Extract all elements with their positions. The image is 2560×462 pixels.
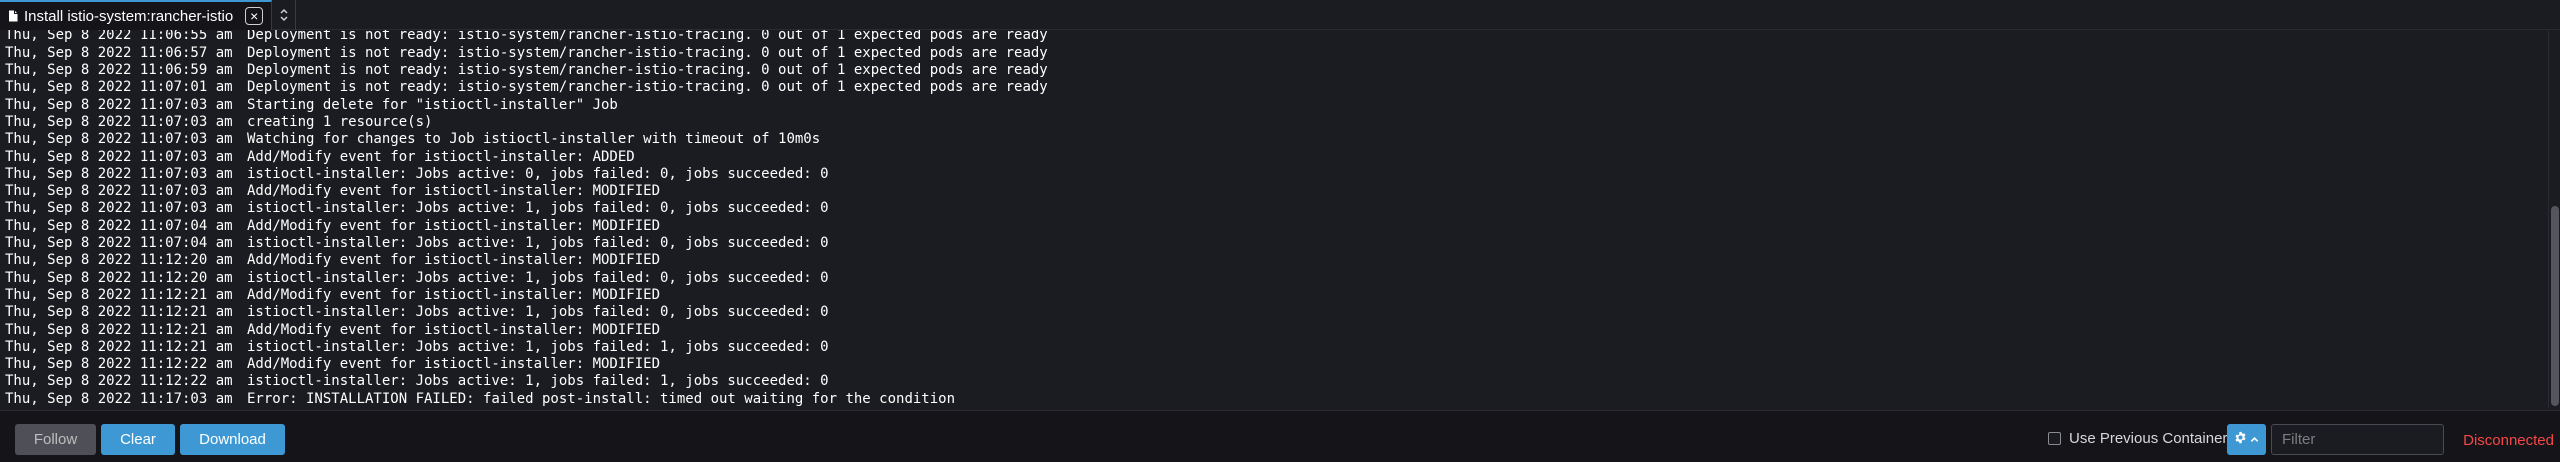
log-timestamp: Thu, Sep 8 2022 11:07:03 am [5,96,233,113]
log-timestamp: Thu, Sep 8 2022 11:12:22 am [5,356,233,373]
log-line: Thu, Sep 8 2022 11:07:03 am istioctl-inst… [5,200,2544,217]
log-line: Thu, Sep 8 2022 11:07:03 am creating 1 re… [5,114,2544,131]
log-timestamp: Thu, Sep 8 2022 11:12:21 am [5,338,233,355]
log-message: istioctl-installer: Jobs active: 1, jobs… [247,373,829,390]
follow-button[interactable]: Follow [15,424,96,455]
log-message: Error: INSTALLATION FAILED: failed post-… [247,390,956,407]
log-message: istioctl-installer: Jobs active: 1, jobs… [247,269,829,286]
use-previous-container-label: Use Previous Container [2069,430,2228,447]
tab-bar: Install istio-system:rancher-istio × [0,0,2560,30]
log-timestamp: Thu, Sep 8 2022 11:06:57 am [5,44,233,61]
log-line: Thu, Sep 8 2022 11:06:55 am Deployment is… [5,30,2544,45]
log-line: Thu, Sep 8 2022 11:12:20 am istioctl-inst… [5,270,2544,287]
log-line: Thu, Sep 8 2022 11:07:03 am Add/Modify ev… [5,149,2544,166]
log-line: Thu, Sep 8 2022 11:12:22 am Add/Modify ev… [5,356,2544,373]
tab-title: Install istio-system:rancher-istio [24,7,234,25]
log-line: Thu, Sep 8 2022 11:12:21 am Add/Modify ev… [5,322,2544,339]
settings-button[interactable] [2227,424,2266,455]
log-line: Thu, Sep 8 2022 11:07:01 am Deployment is… [5,79,2544,96]
log-message: istioctl-installer: Jobs active: 1, jobs… [247,200,829,217]
log-line: Thu, Sep 8 2022 11:06:59 am Deployment is… [5,62,2544,79]
log-message: istioctl-installer: Jobs active: 1, jobs… [247,304,829,321]
log-line: Thu, Sep 8 2022 11:07:03 am Watching for … [5,131,2544,148]
log-message: istioctl-installer: Jobs active: 1, jobs… [247,338,829,355]
log-message: Deployment is not ready: istio-system/ra… [247,62,1048,79]
log-message: Add/Modify event for istioctl-installer:… [247,356,661,373]
chevron-up-icon [2250,431,2259,449]
log-message: istioctl-installer: Jobs active: 1, jobs… [247,235,829,252]
log-line: Thu, Sep 8 2022 11:12:21 am istioctl-inst… [5,339,2544,356]
log-window: Install istio-system:rancher-istio × Thu… [0,0,2560,462]
log-timestamp: Thu, Sep 8 2022 11:07:04 am [5,217,233,234]
log-timestamp: Thu, Sep 8 2022 11:06:59 am [5,62,233,79]
log-timestamp: Thu, Sep 8 2022 11:07:01 am [5,79,233,96]
log-line: Thu, Sep 8 2022 11:07:04 am istioctl-inst… [5,235,2544,252]
log-output[interactable]: Thu, Sep 8 2022 11:06:55 am Deployment is… [0,30,2544,408]
log-timestamp: Thu, Sep 8 2022 11:07:04 am [5,235,233,252]
expand-collapse-icon[interactable] [272,0,297,30]
log-message: Add/Modify event for istioctl-installer:… [247,217,661,234]
log-message: Add/Modify event for istioctl-installer:… [247,252,661,269]
log-message: creating 1 resource(s) [247,113,433,130]
log-line: Thu, Sep 8 2022 11:07:03 am istioctl-inst… [5,166,2544,183]
log-message: Deployment is not ready: istio-system/ra… [247,30,1048,44]
log-scrollbar[interactable] [2548,30,2560,408]
log-timestamp: Thu, Sep 8 2022 11:12:21 am [5,321,233,338]
log-message: Add/Modify event for istioctl-installer:… [247,183,661,200]
log-footer: Follow Clear Download Use Previous Conta… [0,410,2560,462]
log-timestamp: Thu, Sep 8 2022 11:07:03 am [5,148,233,165]
log-line: Thu, Sep 8 2022 11:07:03 am Add/Modify ev… [5,183,2544,200]
log-message: Add/Modify event for istioctl-installer:… [247,321,661,338]
connection-status: Disconnected [2463,432,2554,449]
log-line: Thu, Sep 8 2022 11:07:04 am Add/Modify ev… [5,218,2544,235]
log-timestamp: Thu, Sep 8 2022 11:07:03 am [5,131,233,148]
log-timestamp: Thu, Sep 8 2022 11:17:03 am [5,390,233,407]
filter-input[interactable] [2271,424,2444,455]
log-timestamp: Thu, Sep 8 2022 11:12:20 am [5,252,233,269]
log-message: Add/Modify event for istioctl-installer:… [247,286,661,303]
log-line: Thu, Sep 8 2022 11:07:03 am Starting dele… [5,97,2544,114]
download-button[interactable]: Download [180,424,285,455]
log-timestamp: Thu, Sep 8 2022 11:12:22 am [5,373,233,390]
log-timestamp: Thu, Sep 8 2022 11:07:03 am [5,200,233,217]
log-line: Thu, Sep 8 2022 11:12:21 am istioctl-inst… [5,304,2544,321]
log-line: Thu, Sep 8 2022 11:06:57 am Deployment is… [5,45,2544,62]
log-line: Thu, Sep 8 2022 11:12:21 am Add/Modify ev… [5,287,2544,304]
log-message: Deployment is not ready: istio-system/ra… [247,79,1048,96]
use-previous-container-toggle[interactable]: Use Previous Container [2048,430,2227,447]
log-timestamp: Thu, Sep 8 2022 11:07:03 am [5,113,233,130]
log-message: istioctl-installer: Jobs active: 0, jobs… [247,165,829,182]
tab-install-log[interactable]: Install istio-system:rancher-istio × [0,0,273,30]
gear-icon [2234,431,2247,449]
log-timestamp: Thu, Sep 8 2022 11:07:03 am [5,183,233,200]
document-icon [8,10,18,22]
log-timestamp: Thu, Sep 8 2022 11:12:20 am [5,269,233,286]
log-message: Add/Modify event for istioctl-installer:… [247,148,635,165]
log-message: Watching for changes to Job istioctl-ins… [247,131,821,148]
log-message: Deployment is not ready: istio-system/ra… [247,44,1048,61]
log-line: Thu, Sep 8 2022 11:12:20 am Add/Modify ev… [5,252,2544,269]
close-icon[interactable]: × [245,7,264,25]
log-timestamp: Thu, Sep 8 2022 11:07:03 am [5,165,233,182]
scrollbar-thumb[interactable] [2551,206,2559,406]
use-previous-container-checkbox[interactable] [2048,432,2061,445]
log-timestamp: Thu, Sep 8 2022 11:12:21 am [5,286,233,303]
log-line: Thu, Sep 8 2022 11:17:03 am Error: INSTAL… [5,391,2544,408]
log-timestamp: Thu, Sep 8 2022 11:06:55 am [5,30,233,44]
log-timestamp: Thu, Sep 8 2022 11:12:21 am [5,304,233,321]
log-line: Thu, Sep 8 2022 11:12:22 am istioctl-inst… [5,373,2544,390]
log-message: Starting delete for "istioctl-installer"… [247,96,618,113]
clear-button[interactable]: Clear [101,424,175,455]
